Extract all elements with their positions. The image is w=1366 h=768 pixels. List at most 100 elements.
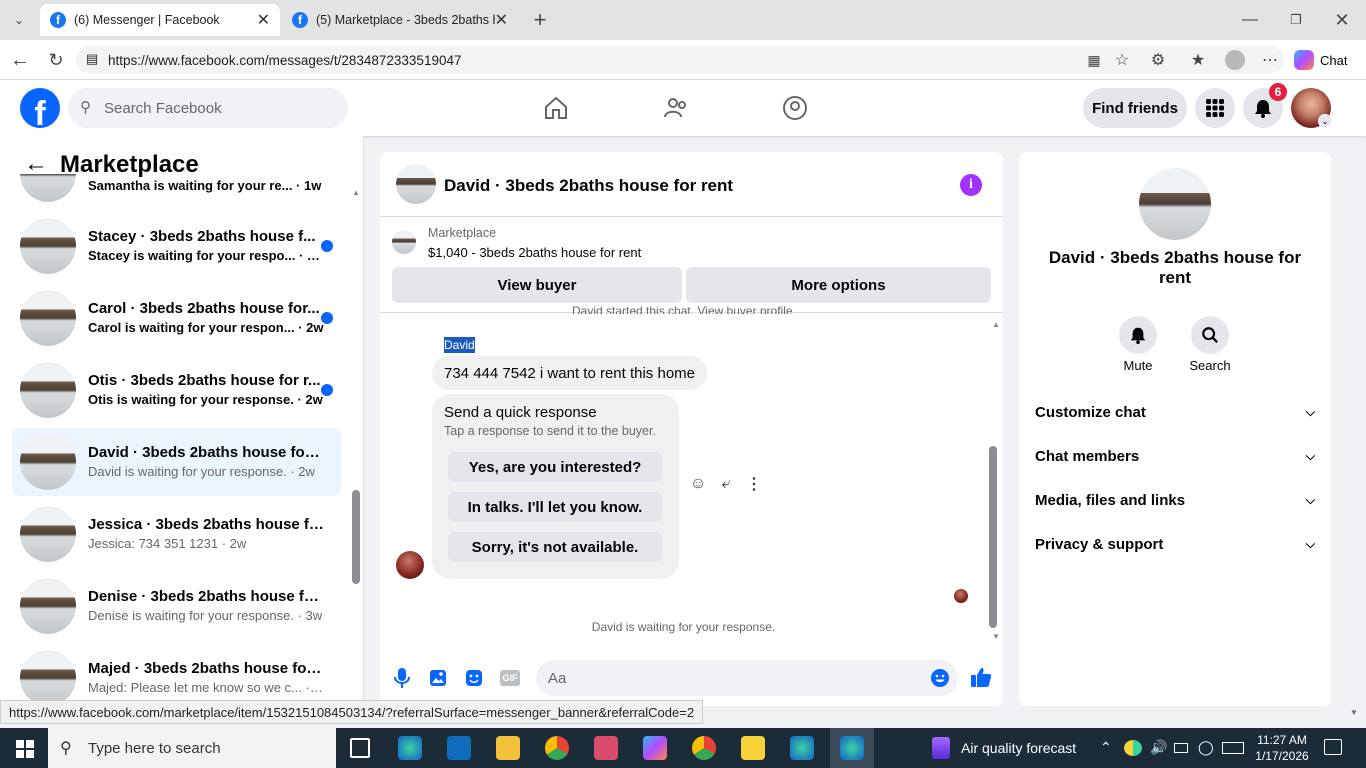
details-avatar[interactable] bbox=[1139, 168, 1211, 240]
close-tab-icon[interactable]: ✕ bbox=[495, 10, 508, 30]
quick-reply-in-talks-button[interactable]: In talks. I'll let you know. bbox=[448, 492, 662, 522]
chat-members-section[interactable]: Chat members ⌵ bbox=[1035, 448, 1315, 465]
app-taskbar-icon[interactable] bbox=[594, 736, 618, 760]
friends-icon[interactable] bbox=[663, 95, 689, 121]
media-files-links-section[interactable]: Media, files and links ⌵ bbox=[1035, 492, 1315, 509]
chat-header-avatar[interactable] bbox=[396, 164, 436, 204]
microphone-icon[interactable] bbox=[392, 667, 412, 689]
conversation-thumbnail bbox=[20, 578, 76, 634]
tab-messenger[interactable]: f (6) Messenger | Facebook ✕ bbox=[40, 4, 280, 36]
site-info-icon[interactable]: ▤ bbox=[86, 51, 98, 67]
tray-app-icon[interactable] bbox=[1124, 740, 1142, 756]
new-tab-icon[interactable]: + bbox=[528, 7, 552, 32]
more-menu-icon[interactable]: ⋯ bbox=[1260, 50, 1280, 70]
restore-icon[interactable]: ❐ bbox=[1284, 8, 1308, 32]
conversation-item[interactable]: Jessica · 3beds 2baths house for... Jessi… bbox=[12, 500, 341, 568]
quick-reply-not-available-button[interactable]: Sorry, it's not available. bbox=[448, 532, 662, 562]
chat-scroll-up-icon[interactable]: ▲ bbox=[992, 320, 1000, 329]
facebook-search-input[interactable]: ⚲ Search Facebook bbox=[68, 88, 348, 128]
conversation-item[interactable]: Stacey · 3beds 2baths house f... Stacey i… bbox=[12, 212, 341, 280]
message-bubble[interactable]: 734 444 7542 i want to rent this home bbox=[432, 356, 708, 390]
reload-icon[interactable]: ↻ bbox=[44, 48, 68, 72]
windows-start-icon[interactable] bbox=[16, 740, 34, 758]
chat-scroll-down-icon[interactable]: ▼ bbox=[992, 632, 1000, 641]
tab-title: (5) Marketplace - 3beds 2baths ho bbox=[316, 13, 495, 27]
tab-list-chevron-icon[interactable]: ⌄ bbox=[6, 8, 32, 32]
close-window-icon[interactable]: ✕ bbox=[1330, 8, 1354, 32]
account-chevron-icon[interactable]: ⌄ bbox=[1318, 114, 1332, 128]
conversation-info: Jessica · 3beds 2baths house for... Jessi… bbox=[88, 516, 324, 551]
page-scroll-down-icon[interactable]: ▼ bbox=[1350, 708, 1358, 717]
conversation-item[interactable]: Majed · 3beds 2baths house for ... Majed:… bbox=[12, 644, 341, 706]
chat-scrollbar-thumb[interactable] bbox=[989, 446, 997, 628]
seen-avatar bbox=[954, 589, 968, 603]
clock-date: 1/17/2026 bbox=[1255, 749, 1309, 763]
conversation-item[interactable]: Denise · 3beds 2baths house for... Denise… bbox=[12, 572, 341, 640]
home-icon[interactable] bbox=[543, 95, 569, 121]
close-tab-icon[interactable]: ✕ bbox=[257, 10, 270, 30]
scroll-up-icon[interactable]: ▲ bbox=[352, 188, 360, 197]
edge-profile-taskbar-icon[interactable] bbox=[790, 736, 814, 760]
edge-active-taskbar-icon[interactable] bbox=[840, 736, 864, 760]
wifi-icon[interactable]: ◯ bbox=[1198, 739, 1214, 756]
favorites-icon[interactable]: ★ bbox=[1188, 50, 1208, 70]
sticky-notes-icon[interactable] bbox=[741, 736, 765, 760]
back-arrow-icon[interactable]: ← bbox=[22, 150, 50, 177]
outlook-taskbar-icon[interactable] bbox=[447, 736, 471, 760]
quick-reply-interested-button[interactable]: Yes, are you interested? bbox=[448, 452, 662, 482]
tab-marketplace[interactable]: f (5) Marketplace - 3beds 2baths ho ✕ bbox=[282, 4, 518, 36]
react-emoji-icon[interactable]: ☺ bbox=[688, 474, 708, 494]
chat-title[interactable]: David · 3beds 2baths house for rent bbox=[444, 176, 733, 196]
customize-chat-section[interactable]: Customize chat ⌵ bbox=[1035, 404, 1315, 421]
more-options-button[interactable]: More options bbox=[686, 267, 991, 303]
gif-icon[interactable]: GIF bbox=[500, 670, 520, 686]
emoji-icon[interactable] bbox=[930, 668, 950, 688]
mute-button[interactable] bbox=[1119, 316, 1157, 354]
app-available-icon[interactable]: ▦ bbox=[1084, 50, 1104, 70]
file-explorer-icon[interactable] bbox=[496, 736, 520, 760]
task-view-icon[interactable] bbox=[350, 738, 370, 758]
conversation-item[interactable]: Otis · 3beds 2baths house for r... Otis i… bbox=[12, 356, 341, 424]
chrome-taskbar-icon[interactable] bbox=[545, 736, 569, 760]
extensions-icon[interactable]: ⚙ bbox=[1148, 50, 1168, 70]
minimize-icon[interactable]: — bbox=[1238, 8, 1262, 32]
conversation-item[interactable]: David · 3beds 2baths house for r... David… bbox=[12, 428, 341, 496]
keyboard-icon[interactable] bbox=[1222, 742, 1244, 754]
weather-widget-icon[interactable] bbox=[932, 737, 950, 759]
privacy-support-section[interactable]: Privacy & support ⌵ bbox=[1035, 536, 1315, 553]
back-icon[interactable]: ← bbox=[8, 48, 32, 72]
partial-conversation-preview[interactable]: Samantha is waiting for your re... · 1w bbox=[88, 178, 328, 193]
edge-taskbar-icon[interactable] bbox=[398, 736, 422, 760]
search-in-chat-button[interactable] bbox=[1191, 316, 1229, 354]
conversation-name: David · 3beds 2baths house for r... bbox=[88, 444, 324, 461]
taskbar-search-input[interactable]: ⚲ Type here to search bbox=[48, 728, 336, 768]
facebook-logo-icon[interactable]: f bbox=[20, 88, 60, 128]
sender-avatar[interactable] bbox=[396, 551, 424, 579]
conversation-info: Carol · 3beds 2baths house for... Carol i… bbox=[88, 300, 324, 335]
groups-icon[interactable] bbox=[782, 95, 808, 121]
reply-icon[interactable]: ⤶ bbox=[716, 474, 736, 494]
favorite-star-icon[interactable]: ☆ bbox=[1112, 50, 1132, 70]
profile-avatar-icon[interactable] bbox=[1225, 50, 1245, 70]
menu-grid-button[interactable] bbox=[1195, 88, 1235, 128]
more-actions-icon[interactable]: ⋮ bbox=[744, 474, 764, 494]
clock[interactable]: 11:27 AM 1/17/2026 bbox=[1254, 732, 1310, 764]
view-buyer-button[interactable]: View buyer bbox=[392, 267, 682, 303]
info-icon[interactable]: i bbox=[960, 174, 982, 196]
listing-price-line[interactable]: $1,040 - 3beds 2baths house for rent bbox=[428, 245, 641, 260]
notification-center-icon[interactable] bbox=[1324, 739, 1342, 755]
battery-icon[interactable] bbox=[1174, 743, 1188, 753]
message-input[interactable]: Aa bbox=[536, 660, 958, 696]
photo-icon[interactable] bbox=[428, 668, 448, 688]
weather-text[interactable]: Air quality forecast bbox=[961, 740, 1076, 756]
scrollbar-thumb[interactable] bbox=[352, 490, 360, 584]
tray-chevron-icon[interactable]: ⌃ bbox=[1100, 739, 1112, 756]
copilot-taskbar-icon[interactable] bbox=[643, 736, 667, 760]
like-thumb-icon[interactable] bbox=[970, 666, 992, 688]
volume-icon[interactable]: 🔊 bbox=[1150, 739, 1167, 756]
chrome-profile-taskbar-icon[interactable] bbox=[692, 736, 716, 760]
sticker-icon[interactable] bbox=[464, 668, 484, 688]
find-friends-button[interactable]: Find friends bbox=[1083, 88, 1187, 128]
copilot-chat-button[interactable]: Chat bbox=[1294, 48, 1358, 72]
conversation-item[interactable]: Carol · 3beds 2baths house for... Carol i… bbox=[12, 284, 341, 352]
